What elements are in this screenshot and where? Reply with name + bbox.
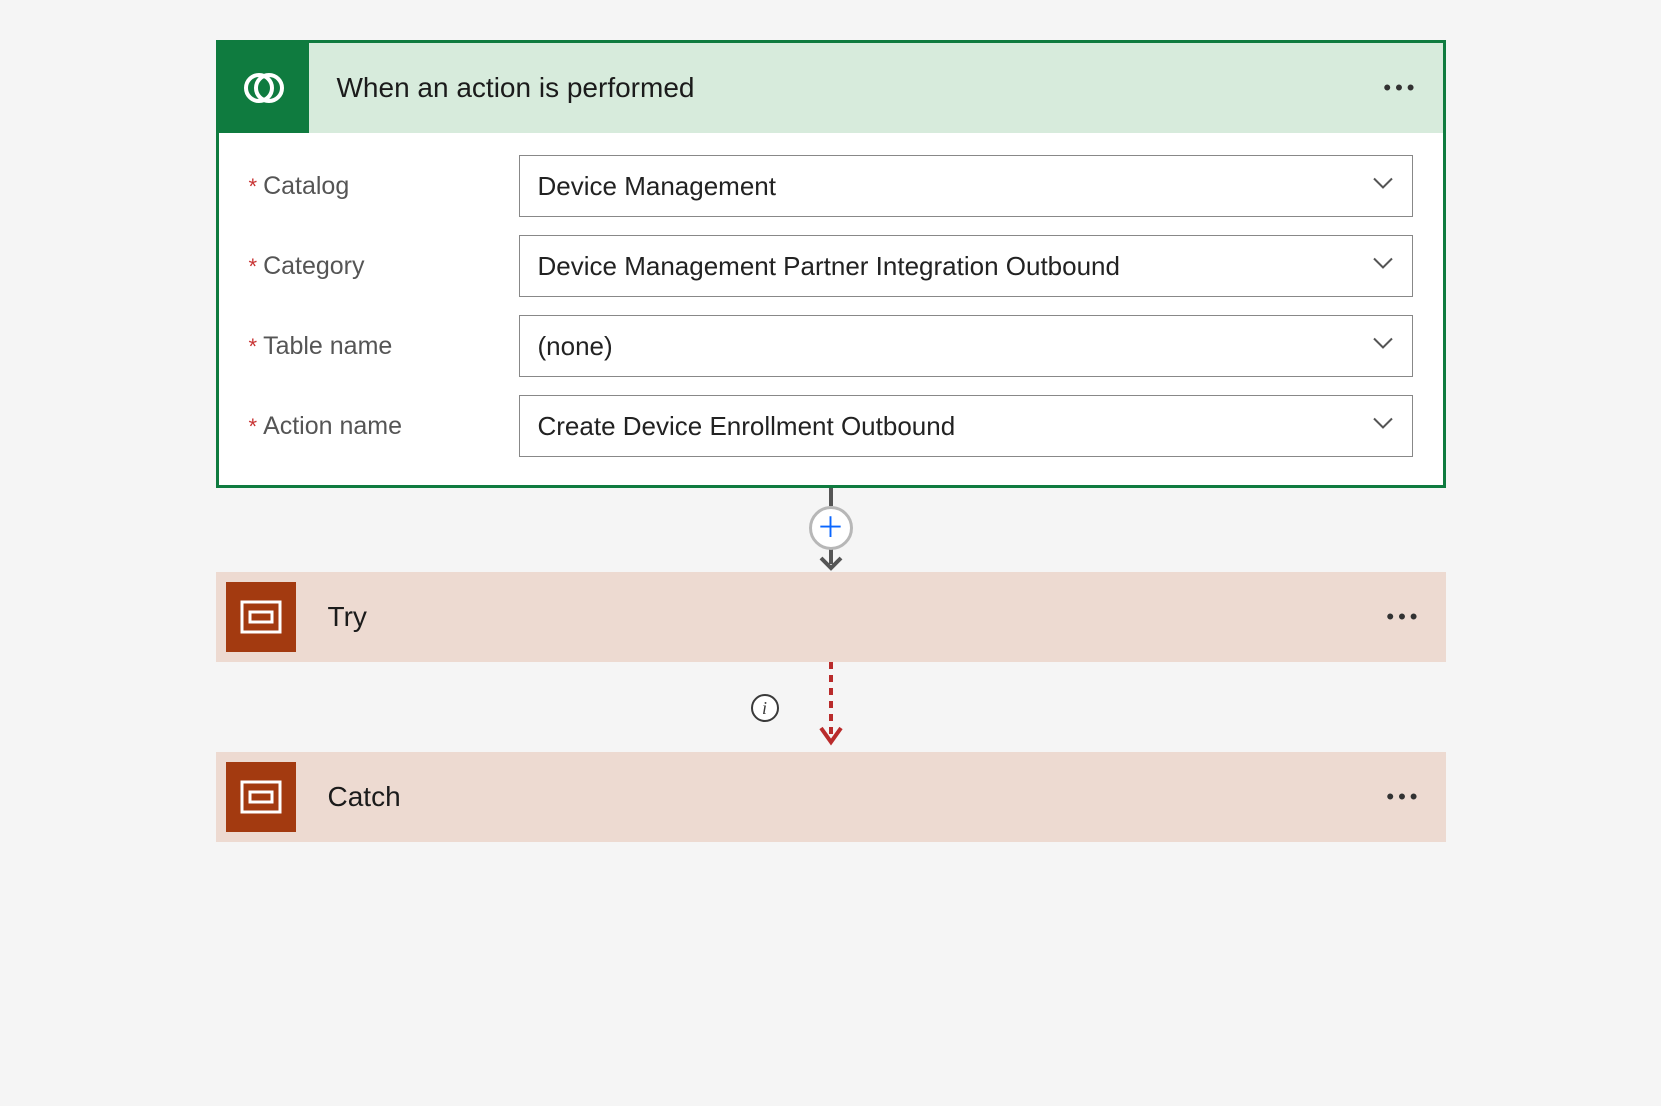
chevron-down-icon [1372, 337, 1394, 356]
flow-canvas: When an action is performed ••• * Catalo… [60, 40, 1601, 842]
chevron-down-icon [1372, 417, 1394, 436]
chevron-down-icon [1372, 257, 1394, 276]
info-icon[interactable]: i [751, 694, 779, 722]
field-row-table: * Table name (none) [249, 315, 1413, 377]
action-select[interactable]: Create Device Enrollment Outbound [519, 395, 1413, 457]
catch-step-title: Catch [328, 781, 401, 813]
trigger-card[interactable]: When an action is performed ••• * Catalo… [216, 40, 1446, 488]
field-row-category: * Category Device Management Partner Int… [249, 235, 1413, 297]
label-text: Table name [263, 332, 392, 361]
select-value: Device Management Partner Integration Ou… [538, 251, 1120, 282]
trigger-body: * Catalog Device Management * Category D… [219, 133, 1443, 485]
select-value: Device Management [538, 171, 776, 202]
trigger-title: When an action is performed [337, 72, 695, 104]
dashed-arrow-icon [816, 662, 846, 752]
add-step-button[interactable]: ＋ [809, 506, 853, 550]
catalog-select[interactable]: Device Management [519, 155, 1413, 217]
select-value: Create Device Enrollment Outbound [538, 411, 956, 442]
try-step-title: Try [328, 601, 367, 633]
catch-step-card[interactable]: Catch ••• [216, 752, 1446, 842]
field-row-action: * Action name Create Device Enrollment O… [249, 395, 1413, 457]
label-text: Action name [263, 412, 402, 441]
scope-icon [226, 762, 296, 832]
connector-line [829, 488, 833, 506]
more-menu-icon[interactable]: ••• [1383, 75, 1418, 101]
arrow-down-icon [816, 548, 846, 572]
required-indicator: * [249, 334, 258, 360]
field-label-category: * Category [249, 252, 519, 281]
field-row-catalog: * Catalog Device Management [249, 155, 1413, 217]
more-menu-icon[interactable]: ••• [1386, 784, 1421, 810]
trigger-header[interactable]: When an action is performed ••• [219, 43, 1443, 133]
required-indicator: * [249, 254, 258, 280]
required-indicator: * [249, 414, 258, 440]
category-select[interactable]: Device Management Partner Integration Ou… [519, 235, 1413, 297]
dataverse-icon [219, 43, 309, 133]
field-label-action: * Action name [249, 412, 519, 441]
label-text: Category [263, 252, 364, 281]
more-menu-icon[interactable]: ••• [1386, 604, 1421, 630]
plus-icon: ＋ [816, 514, 844, 542]
select-value: (none) [538, 331, 613, 362]
chevron-down-icon [1372, 177, 1394, 196]
run-after-connector: i [216, 662, 1446, 752]
field-label-table: * Table name [249, 332, 519, 361]
label-text: Catalog [263, 172, 349, 201]
field-label-catalog: * Catalog [249, 172, 519, 201]
scope-icon [226, 582, 296, 652]
required-indicator: * [249, 174, 258, 200]
try-step-card[interactable]: Try ••• [216, 572, 1446, 662]
table-select[interactable]: (none) [519, 315, 1413, 377]
